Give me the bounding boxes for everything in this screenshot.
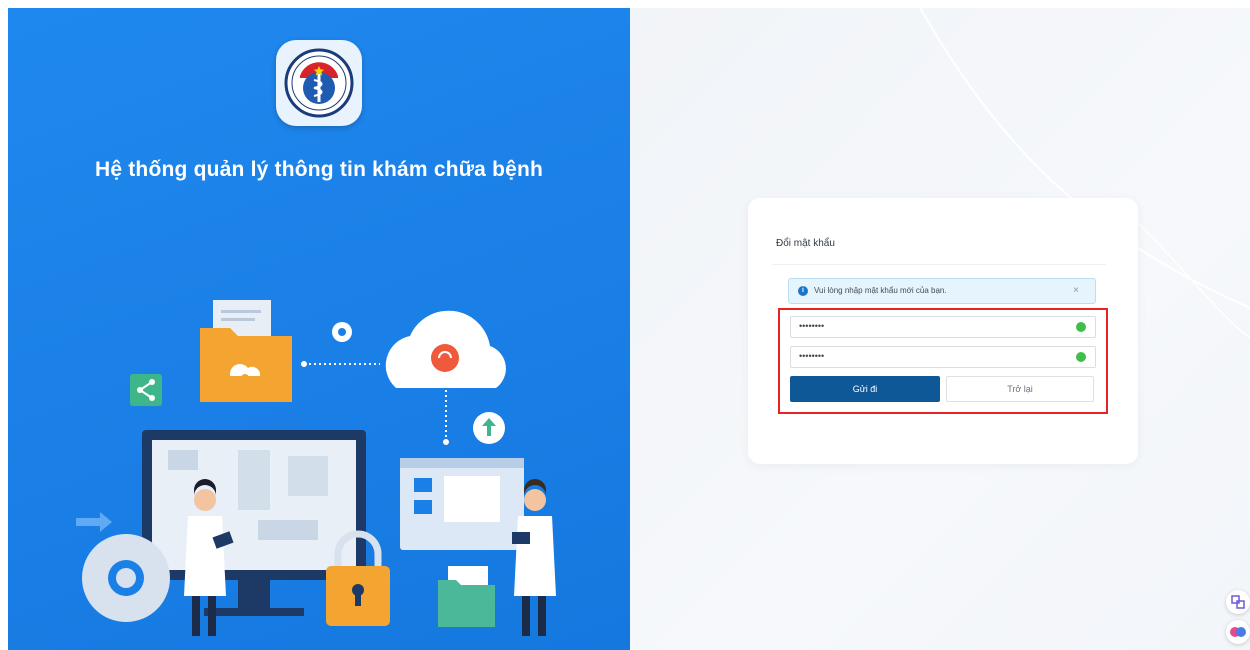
card-header: Đổi mật khẩu [772,224,1106,265]
upload-icon [473,412,505,444]
translate-button[interactable] [1226,590,1250,614]
gear-icon [82,534,170,622]
change-password-card: Đổi mật khẩu i Vui lòng nhập mật khẩu mớ… [748,198,1138,464]
right-panel: Đổi mật khẩu i Vui lòng nhập mật khẩu mớ… [630,8,1250,650]
check-circle-icon [1076,352,1086,362]
assistant-icon [1230,627,1246,637]
password-form: Gửi đi Trở lại [778,308,1108,414]
ministry-of-health-logo [276,40,362,126]
confirm-password-field [790,346,1096,368]
check-circle-icon [1076,322,1086,332]
new-password-input[interactable] [791,317,1069,335]
left-banner: Hệ thống quản lý thông tin khám chữa bện… [8,8,630,650]
folder-small-icon [438,566,495,627]
card-title: Đổi mật khẩu [776,238,835,249]
assistant-button[interactable] [1226,620,1250,644]
share-icon [130,374,162,406]
submit-button[interactable]: Gửi đi [790,376,940,402]
new-password-field [790,316,1096,338]
healthcare-illustration [76,300,556,636]
folder-icon [200,300,292,402]
system-title: Hệ thống quản lý thông tin khám chữa bện… [94,158,544,181]
settings-icon [332,322,352,342]
confirm-password-input[interactable] [791,347,1069,365]
cloud-icon [385,310,506,388]
back-button[interactable]: Trở lại [946,376,1094,402]
translate-icon [1231,595,1245,609]
info-icon: i [798,286,808,296]
close-icon[interactable]: × [1073,285,1079,296]
info-alert: i Vui lòng nhập mật khẩu mới của bạn. × [788,278,1096,304]
document-window [400,458,524,550]
alert-text: Vui lòng nhập mật khẩu mới của bạn. [814,286,947,295]
